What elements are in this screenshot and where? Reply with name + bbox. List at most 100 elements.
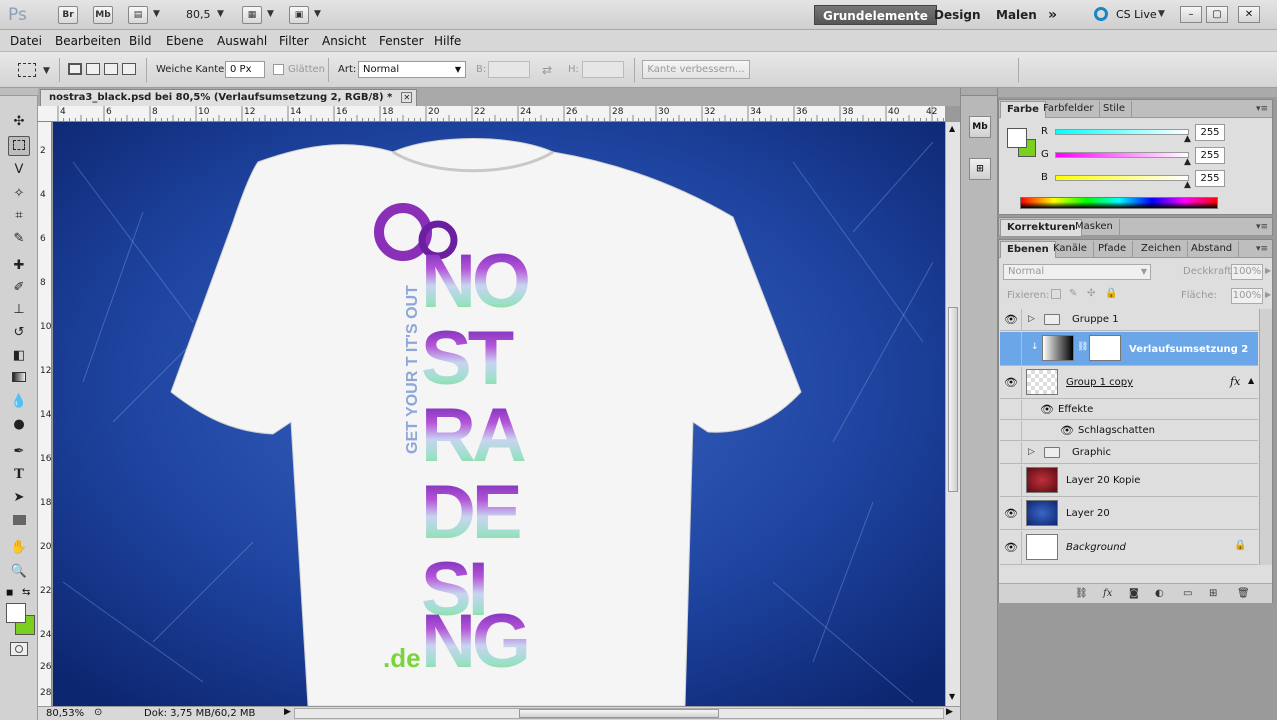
add-selection-icon[interactable] — [86, 63, 100, 75]
delete-layer-icon[interactable]: 🗑 — [1237, 588, 1250, 599]
opacity-input[interactable]: 100% — [1231, 264, 1263, 280]
scroll-thumb[interactable] — [948, 307, 958, 492]
bridge-button[interactable]: Br — [58, 6, 78, 24]
eraser-tool-icon[interactable]: ◧ — [8, 346, 30, 366]
visibility-toggle[interactable]: 👁 — [1001, 498, 1022, 530]
blur-tool-icon[interactable]: 💧 — [8, 392, 30, 412]
magic-wand-icon[interactable]: ✧ — [8, 184, 30, 204]
style-select[interactable]: Normal ▼ — [358, 61, 466, 78]
zoom-level[interactable]: 80,5 — [186, 8, 211, 21]
visibility-toggle[interactable]: 👁 — [1001, 309, 1022, 331]
g-value[interactable]: 255 — [1195, 147, 1225, 164]
screen-mode-button[interactable]: ▣ — [289, 6, 309, 24]
eyedropper-tool-icon[interactable]: ✎ — [8, 229, 30, 249]
marquee-tool-icon[interactable] — [8, 136, 30, 156]
b-value[interactable]: 255 — [1195, 170, 1225, 187]
fx-icon[interactable]: fx — [1230, 375, 1240, 388]
visibility-toggle[interactable]: 👁 — [1001, 531, 1022, 565]
menu-hilfe[interactable]: Hilfe — [434, 34, 461, 48]
panel-menu-icon[interactable]: ▾≡ — [1256, 244, 1268, 254]
add-style-icon[interactable]: fx — [1103, 588, 1112, 599]
chevron-right-icon[interactable]: ▶ — [1265, 266, 1271, 275]
more-workspaces-button[interactable]: » — [1040, 5, 1065, 25]
refine-edge-button[interactable]: Kante verbessern... — [642, 60, 750, 79]
tab-stile[interactable]: Stile — [1097, 101, 1132, 118]
new-selection-icon[interactable] — [68, 63, 82, 75]
close-icon[interactable]: ✕ — [401, 92, 413, 103]
lock-transparent-icon[interactable] — [1051, 289, 1061, 299]
foreground-color-swatch[interactable] — [6, 603, 26, 623]
layer-row-gruppe-1[interactable]: 👁 ▷ Gruppe 1 — [1000, 309, 1258, 331]
panel-menu-icon[interactable]: ▾≡ — [1256, 222, 1268, 232]
expand-arrow-icon[interactable]: ▷ — [1028, 447, 1035, 457]
new-adjustment-icon[interactable]: ◐ — [1155, 588, 1164, 599]
vertical-scrollbar[interactable]: ▲ ▼ — [945, 122, 960, 706]
hand-tool-icon[interactable]: ✋ — [8, 538, 30, 558]
expand-arrow-icon[interactable]: ▷ — [1028, 314, 1035, 324]
swap-colors-icon[interactable]: ⇆ — [22, 587, 30, 598]
height-input[interactable] — [582, 61, 624, 78]
workspace-grundelemente[interactable]: Grundelemente — [814, 5, 937, 25]
chevron-down-icon[interactable]: ▼ — [153, 9, 160, 19]
toolbox-grip[interactable] — [0, 88, 38, 96]
document-canvas[interactable]: GET YOUR T IT'S OUT NO ST RA DE SI NG .d… — [53, 122, 945, 706]
chevron-right-icon[interactable]: ▶ — [1265, 290, 1271, 299]
lock-pixels-icon[interactable]: ✎ — [1069, 288, 1077, 299]
workspace-design[interactable]: Design — [926, 5, 989, 25]
blend-mode-select[interactable]: Normal ▼ — [1003, 264, 1151, 280]
chevron-down-icon[interactable]: ▼ — [43, 66, 50, 76]
fill-input[interactable]: 100% — [1231, 288, 1263, 304]
visibility-toggle[interactable] — [1001, 332, 1022, 366]
layers-scrollbar[interactable] — [1259, 309, 1272, 565]
scroll-right-icon[interactable]: ▶ — [946, 707, 953, 717]
gradient-tool-icon[interactable] — [8, 369, 30, 389]
collapse-effects-icon[interactable]: ▲ — [1248, 376, 1254, 385]
menu-fenster[interactable]: Fenster — [379, 34, 424, 48]
chevron-down-icon[interactable]: ▼ — [217, 9, 224, 19]
color-spectrum-bar[interactable] — [1020, 197, 1218, 209]
ruler-origin[interactable] — [38, 106, 53, 122]
chevron-down-icon[interactable]: ▼ — [314, 9, 321, 19]
lock-all-icon[interactable]: 🔒 — [1105, 288, 1117, 299]
quick-mask-icon[interactable] — [10, 642, 28, 656]
workspace-malen[interactable]: Malen — [988, 5, 1045, 25]
scroll-up-icon[interactable]: ▲ — [949, 124, 955, 133]
lasso-tool-icon[interactable]: ᐯ — [8, 160, 30, 180]
menu-bearbeiten[interactable]: Bearbeiten — [55, 34, 121, 48]
crop-tool-icon[interactable]: ⌗ — [8, 206, 30, 226]
feather-input[interactable]: 0 Px — [225, 61, 265, 78]
zoom-tool-icon[interactable]: 🔍 — [8, 562, 30, 582]
brush-tool-icon[interactable]: ✐ — [8, 278, 30, 298]
lock-position-icon[interactable]: ✣ — [1087, 288, 1095, 299]
scroll-down-icon[interactable]: ▼ — [949, 692, 955, 701]
dodge-tool-icon[interactable]: ● — [8, 415, 30, 435]
new-layer-icon[interactable]: ⊞ — [1209, 588, 1217, 599]
drop-shadow-row[interactable]: 👁 Schlagschatten — [1000, 421, 1258, 441]
tab-masken[interactable]: Masken — [1069, 219, 1120, 236]
width-input[interactable] — [488, 61, 530, 78]
pen-tool-icon[interactable]: ✒ — [8, 442, 30, 462]
visibility-toggle[interactable] — [1001, 465, 1022, 497]
minimize-button[interactable]: – — [1180, 6, 1202, 23]
menu-bild[interactable]: Bild — [129, 34, 152, 48]
minibridge-button[interactable]: Mb — [93, 6, 113, 24]
maximize-button[interactable]: ▢ — [1206, 6, 1228, 23]
tab-abstand[interactable]: Abstand — [1185, 241, 1240, 258]
rectangle-tool-icon[interactable] — [8, 512, 30, 532]
visibility-toggle[interactable] — [1001, 442, 1022, 464]
status-icon[interactable]: ⊙ — [94, 707, 102, 718]
antialias-checkbox[interactable] — [273, 64, 284, 75]
h-scroll-thumb[interactable] — [519, 709, 719, 718]
swap-icon[interactable]: ⇄ — [542, 63, 552, 77]
type-tool-icon[interactable]: T — [8, 465, 30, 485]
slider-thumb-icon[interactable]: ▲ — [1184, 134, 1191, 144]
eye-icon[interactable]: 👁 — [1040, 403, 1054, 416]
menu-ansicht[interactable]: Ansicht — [322, 34, 366, 48]
default-colors-icon[interactable]: ◼ — [6, 588, 13, 598]
intersect-selection-icon[interactable] — [122, 63, 136, 75]
arrange-documents-button[interactable]: ▦ — [242, 6, 262, 24]
path-selection-icon[interactable]: ➤ — [8, 488, 30, 508]
extras-button[interactable]: ▤ — [128, 6, 148, 24]
tab-zeichen[interactable]: Zeichen — [1135, 241, 1189, 258]
visibility-toggle[interactable]: 👁 — [1001, 367, 1022, 399]
